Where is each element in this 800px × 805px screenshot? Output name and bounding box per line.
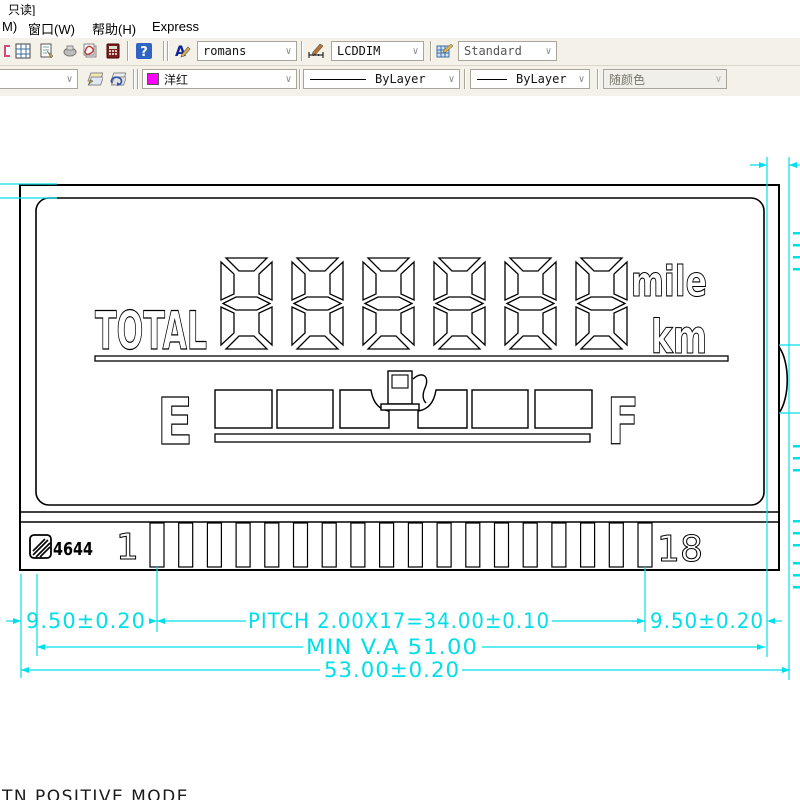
render-icon[interactable] (60, 41, 80, 61)
menu-item-help[interactable]: 帮助(H) (92, 19, 136, 38)
grid-view-icon[interactable] (13, 41, 33, 61)
lineweight-select[interactable]: ByLayer ∨ (470, 69, 590, 89)
chevron-down-icon[interactable]: ∨ (444, 74, 459, 85)
toolbar-separator (167, 41, 169, 61)
toolbar-separator (133, 69, 135, 89)
dimension-arrows (13, 162, 797, 673)
title-bar: 只读] (0, 0, 800, 16)
sheet-edit-icon[interactable] (37, 41, 57, 61)
pin-last-label: 18 (657, 529, 703, 570)
toolbar-separator (301, 41, 303, 61)
fuel-pump-icon (381, 371, 427, 410)
chevron-down-icon[interactable]: ∨ (408, 46, 423, 57)
chevron-down-icon: ∨ (711, 74, 726, 85)
table-style-select[interactable]: Standard ∨ (458, 41, 557, 61)
menu-bar: M) 窗口(W) 帮助(H) Express (0, 16, 800, 38)
toolbar-separator (163, 41, 165, 61)
table-style-icon[interactable] (435, 41, 455, 61)
cad-drawing-canvas[interactable]: TOTAL mile km E F 1 18 4644 (0, 96, 800, 800)
dim-pitch: PITCH 2.00X17=34.00±0.10 (248, 609, 550, 633)
mile-label: mile (631, 257, 707, 306)
lcd-panel-drawing: TOTAL mile km E F 1 18 4644 (0, 96, 800, 800)
toolbar-separator (464, 69, 466, 89)
km-label: km (651, 310, 707, 364)
chevron-down-icon[interactable]: ∨ (574, 74, 589, 85)
color-swatch (147, 73, 159, 85)
chevron-down-icon[interactable]: ∨ (62, 74, 77, 85)
plot-style-value: 随颜色 (604, 71, 711, 88)
dim-min-va: MIN V.A 51.00 (306, 635, 478, 659)
menu-item-express[interactable]: Express (152, 19, 199, 34)
total-label: TOTAL (95, 301, 207, 362)
connector-pins (150, 523, 652, 567)
chevron-down-icon[interactable]: ∨ (281, 46, 296, 57)
text-style-icon[interactable]: A (172, 41, 192, 61)
toolbar-separator (127, 41, 129, 61)
make-layer-current-icon[interactable] (84, 69, 104, 89)
lineweight-sample (477, 79, 507, 80)
render-cloud-icon[interactable] (80, 41, 100, 61)
text-style-value: romans (198, 44, 281, 58)
fuel-full-label: F (607, 386, 639, 460)
menu-item-window[interactable]: 窗口(W) (28, 19, 75, 38)
menu-item-modify-partial[interactable]: M) (2, 19, 17, 34)
linetype-select[interactable]: ByLayer ∨ (303, 69, 460, 89)
maker-logo (30, 535, 51, 558)
dim-style-icon[interactable] (306, 41, 326, 61)
glass-fill-bump (779, 347, 787, 413)
toolbar-separator (430, 41, 432, 61)
linetype-sample (310, 79, 366, 80)
chevron-down-icon[interactable]: ∨ (281, 74, 296, 85)
text-style-select[interactable]: romans ∨ (197, 41, 297, 61)
fuel-gauge-underline (215, 434, 590, 442)
dim-right-margin: 9.50±0.20 (650, 609, 764, 633)
odometer-digits (221, 258, 627, 349)
toolbar-separator (137, 69, 139, 89)
pin-first-label: 1 (116, 527, 139, 568)
calculator-icon[interactable] (103, 41, 123, 61)
toolbar-row-styles: ? A romans ∨ LCDDIM ∨ Standard ∨ (0, 38, 800, 66)
table-style-value: Standard (459, 44, 541, 58)
dim-style-value: LCDDIM (332, 44, 408, 58)
color-value: 洋红 (159, 71, 281, 88)
layer-previous-icon[interactable] (107, 69, 127, 89)
toolbar-row-properties: ∨ 洋红 ∨ ByLayer ∨ ByLayer ∨ 随颜色 ∨ (0, 66, 800, 94)
color-select[interactable]: 洋红 ∨ (142, 69, 297, 89)
lineweight-value: ByLayer (511, 72, 574, 86)
help-icon[interactable]: ? (134, 41, 154, 61)
layer-select[interactable]: ∨ (0, 69, 78, 89)
dimension-lines (0, 157, 800, 680)
chevron-down-icon[interactable]: ∨ (541, 46, 556, 57)
linetype-value: ByLayer (370, 72, 444, 86)
toolbar-area: ? A romans ∨ LCDDIM ∨ Standard ∨ (0, 38, 800, 97)
dim-style-select[interactable]: LCDDIM ∨ (331, 41, 424, 61)
fuel-empty-label: E (157, 386, 193, 460)
svg-text:?: ? (140, 45, 148, 60)
dim-overall: 53.00±0.20 (324, 658, 460, 682)
part-number: 4644 (53, 539, 93, 560)
clipped-dimension-text (793, 232, 800, 589)
toolbar-separator (597, 69, 599, 89)
dim-left-margin: 9.50±0.20 (26, 609, 146, 633)
toolbar-separator (299, 69, 301, 89)
clipped-icon[interactable] (0, 41, 12, 61)
plot-style-select: 随颜色 ∨ (603, 69, 727, 89)
mode-note: TN POSITIVE MODE (1, 787, 189, 800)
